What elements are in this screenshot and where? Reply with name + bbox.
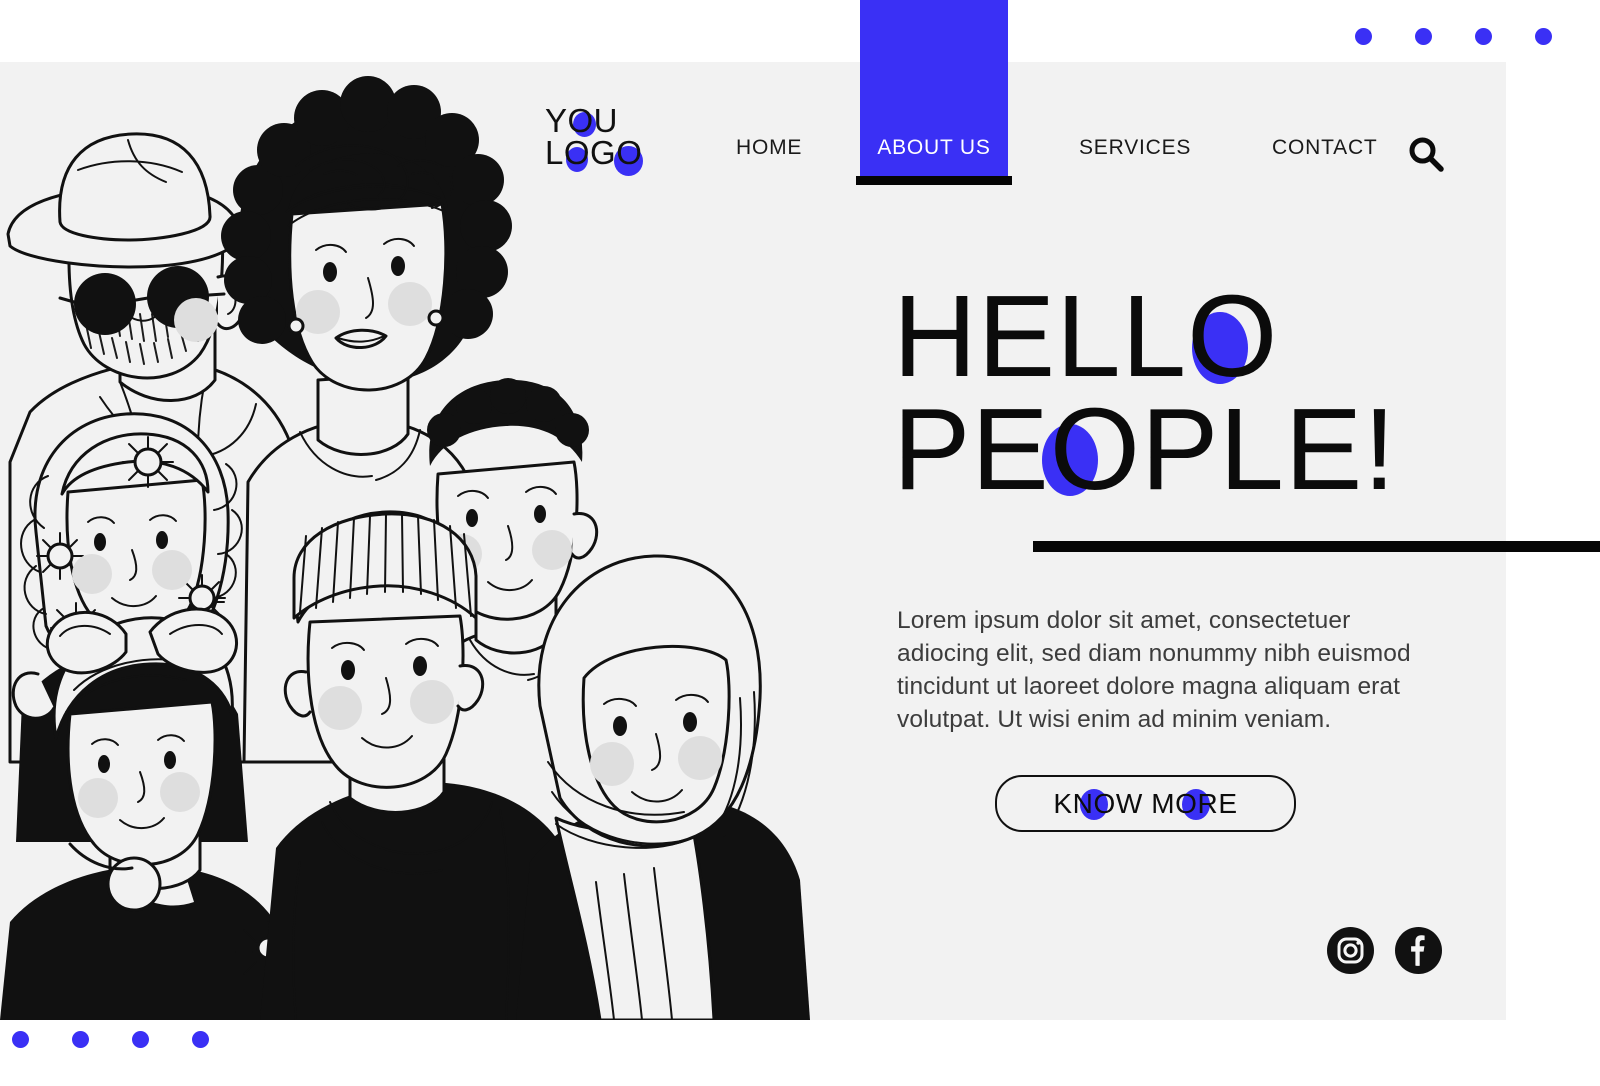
decorative-dot <box>1475 28 1492 45</box>
decorative-dot <box>192 1031 209 1048</box>
search-icon[interactable] <box>1407 135 1445 173</box>
heading-divider <box>1033 541 1600 552</box>
hair-flower <box>122 436 174 488</box>
figure-woman-hijab <box>516 554 810 1020</box>
page-title: HELLO PEOPLE! <box>893 278 1513 507</box>
bottom-decorative-dots <box>12 1031 209 1048</box>
instagram-icon[interactable] <box>1327 927 1374 974</box>
decorative-dot <box>1415 28 1432 45</box>
nav-item-about-us[interactable]: ABOUT US <box>860 0 1008 176</box>
people-illustration: .ln { fill:none; stroke:#111; stroke-wid… <box>0 62 830 1020</box>
decorative-dot <box>132 1031 149 1048</box>
heading-line-2: PEOPLE! <box>893 383 1397 514</box>
nav-links: HOME ABOUT US SERVICES CONTACT <box>690 0 1390 190</box>
know-more-label: KNOW MORE <box>1053 788 1238 819</box>
know-more-button[interactable]: KNOW MORE <box>995 775 1296 832</box>
nav-item-contact[interactable]: CONTACT <box>1272 136 1378 160</box>
hero-paragraph: Lorem ipsum dolor sit amet, consectetuer… <box>897 607 1411 733</box>
facebook-icon[interactable] <box>1395 927 1442 974</box>
nav-item-home[interactable]: HOME <box>736 136 802 160</box>
logo-line-2: LOGO <box>545 134 643 172</box>
social-links <box>1327 927 1442 974</box>
brand-logo[interactable]: YOU LOGO <box>545 102 665 191</box>
decorative-dot <box>12 1031 29 1048</box>
nav-item-services[interactable]: SERVICES <box>1079 136 1191 160</box>
hero-content: HELLO PEOPLE! <box>893 278 1513 507</box>
decorative-dot <box>1535 28 1552 45</box>
nav-active-underline <box>856 176 1012 185</box>
heading-line-1: HELLO <box>893 271 1279 401</box>
logo-line-1: YOU <box>545 102 619 139</box>
decorative-dot <box>72 1031 89 1048</box>
nav-item-about-us-label: ABOUT US <box>877 136 991 159</box>
